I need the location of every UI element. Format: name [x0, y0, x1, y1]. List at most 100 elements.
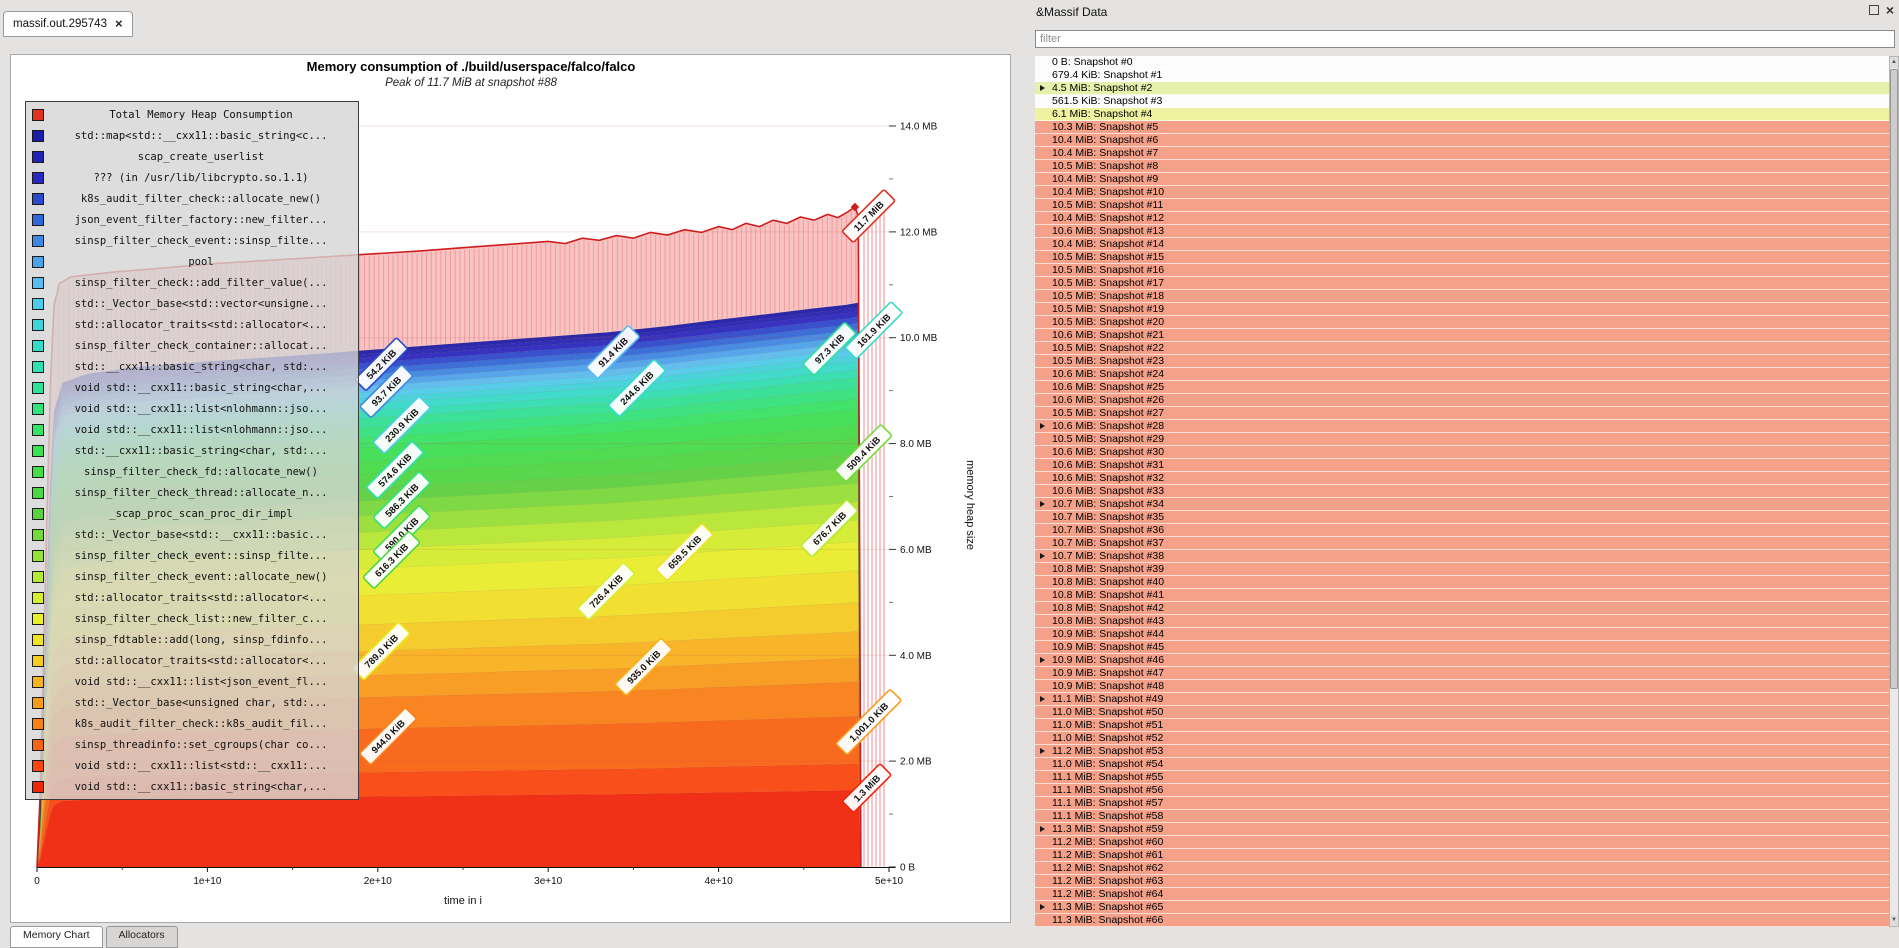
svg-text:memory heap size: memory heap size — [964, 460, 976, 550]
snapshot-row[interactable]: 10.8 MiB: Snapshot #43 — [1035, 615, 1890, 628]
snapshot-row[interactable]: 10.4 MiB: Snapshot #14 — [1035, 238, 1890, 251]
snapshot-row[interactable]: 11.1 MiB: Snapshot #49 — [1035, 693, 1890, 706]
snapshot-row[interactable]: 10.4 MiB: Snapshot #7 — [1035, 147, 1890, 160]
snapshot-row[interactable]: 10.9 MiB: Snapshot #48 — [1035, 680, 1890, 693]
snapshot-row[interactable]: 11.3 MiB: Snapshot #66 — [1035, 914, 1890, 927]
tab-memory-chart[interactable]: Memory Chart — [10, 926, 103, 948]
snapshot-row[interactable]: 10.6 MiB: Snapshot #28 — [1035, 420, 1890, 433]
snapshot-row[interactable]: 4.5 MiB: Snapshot #2 — [1035, 82, 1890, 95]
snapshot-row[interactable]: 10.6 MiB: Snapshot #21 — [1035, 329, 1890, 342]
snapshot-row[interactable]: 10.9 MiB: Snapshot #44 — [1035, 628, 1890, 641]
snapshot-row[interactable]: 11.1 MiB: Snapshot #55 — [1035, 771, 1890, 784]
scrollbar-thumb[interactable] — [1890, 69, 1898, 689]
snapshot-row[interactable]: 10.6 MiB: Snapshot #25 — [1035, 381, 1890, 394]
legend-row: void std::__cxx11::basic_string<char,... — [26, 776, 358, 797]
tab-close-icon[interactable]: × — [115, 18, 123, 30]
snapshot-row[interactable]: 10.6 MiB: Snapshot #31 — [1035, 459, 1890, 472]
snapshot-row[interactable]: 10.4 MiB: Snapshot #6 — [1035, 134, 1890, 147]
snapshot-row[interactable]: 11.1 MiB: Snapshot #57 — [1035, 797, 1890, 810]
tab-allocators[interactable]: Allocators — [106, 926, 178, 948]
snapshot-row[interactable]: 11.0 MiB: Snapshot #54 — [1035, 758, 1890, 771]
scrollbar[interactable]: ▲ ▼ — [1889, 56, 1899, 927]
snapshot-row[interactable]: 10.7 MiB: Snapshot #34 — [1035, 498, 1890, 511]
snapshot-row[interactable]: 10.7 MiB: Snapshot #38 — [1035, 550, 1890, 563]
legend-row: sinsp_filter_check_container::allocat... — [26, 335, 358, 356]
snapshot-row[interactable]: 11.2 MiB: Snapshot #60 — [1035, 836, 1890, 849]
expand-arrow-icon[interactable] — [1040, 501, 1045, 507]
legend-swatch-icon — [32, 718, 44, 730]
snapshot-row[interactable]: 10.8 MiB: Snapshot #41 — [1035, 589, 1890, 602]
scroll-up-icon[interactable]: ▲ — [1890, 57, 1898, 68]
expand-arrow-icon[interactable] — [1040, 904, 1045, 910]
snapshot-row[interactable]: 10.5 MiB: Snapshot #19 — [1035, 303, 1890, 316]
snapshot-row[interactable]: 11.2 MiB: Snapshot #53 — [1035, 745, 1890, 758]
snapshot-row[interactable]: 561.5 KiB: Snapshot #3 — [1035, 95, 1890, 108]
expand-arrow-icon[interactable] — [1040, 657, 1045, 663]
snapshot-row[interactable]: 11.1 MiB: Snapshot #58 — [1035, 810, 1890, 823]
snapshot-row[interactable]: 10.6 MiB: Snapshot #13 — [1035, 225, 1890, 238]
scroll-down-icon[interactable]: ▼ — [1890, 915, 1898, 926]
snapshot-row[interactable]: 10.6 MiB: Snapshot #26 — [1035, 394, 1890, 407]
snapshot-row[interactable]: 10.5 MiB: Snapshot #20 — [1035, 316, 1890, 329]
filter-input[interactable] — [1035, 30, 1895, 48]
snapshot-row[interactable]: 10.5 MiB: Snapshot #23 — [1035, 355, 1890, 368]
snapshot-row[interactable]: 10.5 MiB: Snapshot #22 — [1035, 342, 1890, 355]
legend-row: k8s_audit_filter_check::allocate_new() — [26, 188, 358, 209]
snapshot-row[interactable]: 10.5 MiB: Snapshot #11 — [1035, 199, 1890, 212]
snapshot-row[interactable]: 0 B: Snapshot #0 — [1035, 56, 1890, 69]
snapshot-row[interactable]: 10.9 MiB: Snapshot #46 — [1035, 654, 1890, 667]
snapshot-row[interactable]: 11.0 MiB: Snapshot #50 — [1035, 706, 1890, 719]
snapshot-row[interactable]: 10.9 MiB: Snapshot #45 — [1035, 641, 1890, 654]
close-panel-icon[interactable]: × — [1886, 5, 1894, 15]
snapshot-row[interactable]: 10.6 MiB: Snapshot #33 — [1035, 485, 1890, 498]
memory-chart-card: 0 B2.0 MB4.0 MB6.0 MB8.0 MB10.0 MB12.0 M… — [10, 54, 1011, 923]
expand-arrow-icon[interactable] — [1040, 553, 1045, 559]
snapshot-row[interactable]: 10.6 MiB: Snapshot #30 — [1035, 446, 1890, 459]
legend-swatch-icon — [32, 151, 44, 163]
snapshot-row[interactable]: 10.5 MiB: Snapshot #8 — [1035, 160, 1890, 173]
legend-row: void std::__cxx11::list<nlohmann::jso... — [26, 398, 358, 419]
snapshot-row[interactable]: 10.5 MiB: Snapshot #16 — [1035, 264, 1890, 277]
snapshot-row[interactable]: 10.7 MiB: Snapshot #37 — [1035, 537, 1890, 550]
snapshot-row[interactable]: 10.5 MiB: Snapshot #17 — [1035, 277, 1890, 290]
snapshot-row[interactable]: 10.5 MiB: Snapshot #29 — [1035, 433, 1890, 446]
expand-arrow-icon[interactable] — [1040, 748, 1045, 754]
legend-label: pool — [50, 256, 352, 268]
snapshot-row[interactable]: 10.5 MiB: Snapshot #15 — [1035, 251, 1890, 264]
snapshot-list[interactable]: 0 B: Snapshot #0679.4 KiB: Snapshot #14.… — [1035, 56, 1890, 927]
snapshot-row[interactable]: 10.5 MiB: Snapshot #27 — [1035, 407, 1890, 420]
snapshot-row[interactable]: 11.2 MiB: Snapshot #64 — [1035, 888, 1890, 901]
legend-swatch-icon — [32, 655, 44, 667]
expand-arrow-icon[interactable] — [1040, 85, 1045, 91]
expand-arrow-icon[interactable] — [1040, 423, 1045, 429]
snapshot-row[interactable]: 10.5 MiB: Snapshot #18 — [1035, 290, 1890, 303]
snapshot-row[interactable]: 11.2 MiB: Snapshot #63 — [1035, 875, 1890, 888]
snapshot-row[interactable]: 11.0 MiB: Snapshot #51 — [1035, 719, 1890, 732]
snapshot-row[interactable]: 11.3 MiB: Snapshot #59 — [1035, 823, 1890, 836]
snapshot-row[interactable]: 11.1 MiB: Snapshot #56 — [1035, 784, 1890, 797]
legend-swatch-icon — [32, 424, 44, 436]
snapshot-row[interactable]: 11.2 MiB: Snapshot #62 — [1035, 862, 1890, 875]
legend-row: _scap_proc_scan_proc_dir_impl — [26, 503, 358, 524]
snapshot-row[interactable]: 10.9 MiB: Snapshot #47 — [1035, 667, 1890, 680]
snapshot-row[interactable]: 10.3 MiB: Snapshot #5 — [1035, 121, 1890, 134]
snapshot-row[interactable]: 10.8 MiB: Snapshot #39 — [1035, 563, 1890, 576]
snapshot-row[interactable]: 10.6 MiB: Snapshot #24 — [1035, 368, 1890, 381]
snapshot-row[interactable]: 10.4 MiB: Snapshot #9 — [1035, 173, 1890, 186]
snapshot-row[interactable]: 10.7 MiB: Snapshot #35 — [1035, 511, 1890, 524]
snapshot-row[interactable]: 11.0 MiB: Snapshot #52 — [1035, 732, 1890, 745]
snapshot-row[interactable]: 10.8 MiB: Snapshot #40 — [1035, 576, 1890, 589]
snapshot-row[interactable]: 10.7 MiB: Snapshot #36 — [1035, 524, 1890, 537]
float-panel-icon[interactable] — [1869, 5, 1879, 15]
snapshot-row[interactable]: 10.6 MiB: Snapshot #32 — [1035, 472, 1890, 485]
snapshot-row[interactable]: 679.4 KiB: Snapshot #1 — [1035, 69, 1890, 82]
snapshot-row[interactable]: 10.4 MiB: Snapshot #12 — [1035, 212, 1890, 225]
document-tab[interactable]: massif.out.295743 × — [3, 11, 133, 37]
snapshot-row[interactable]: 11.2 MiB: Snapshot #61 — [1035, 849, 1890, 862]
expand-arrow-icon[interactable] — [1040, 696, 1045, 702]
snapshot-row[interactable]: 10.8 MiB: Snapshot #42 — [1035, 602, 1890, 615]
expand-arrow-icon[interactable] — [1040, 826, 1045, 832]
snapshot-row[interactable]: 6.1 MiB: Snapshot #4 — [1035, 108, 1890, 121]
snapshot-row[interactable]: 10.4 MiB: Snapshot #10 — [1035, 186, 1890, 199]
snapshot-row[interactable]: 11.3 MiB: Snapshot #65 — [1035, 901, 1890, 914]
